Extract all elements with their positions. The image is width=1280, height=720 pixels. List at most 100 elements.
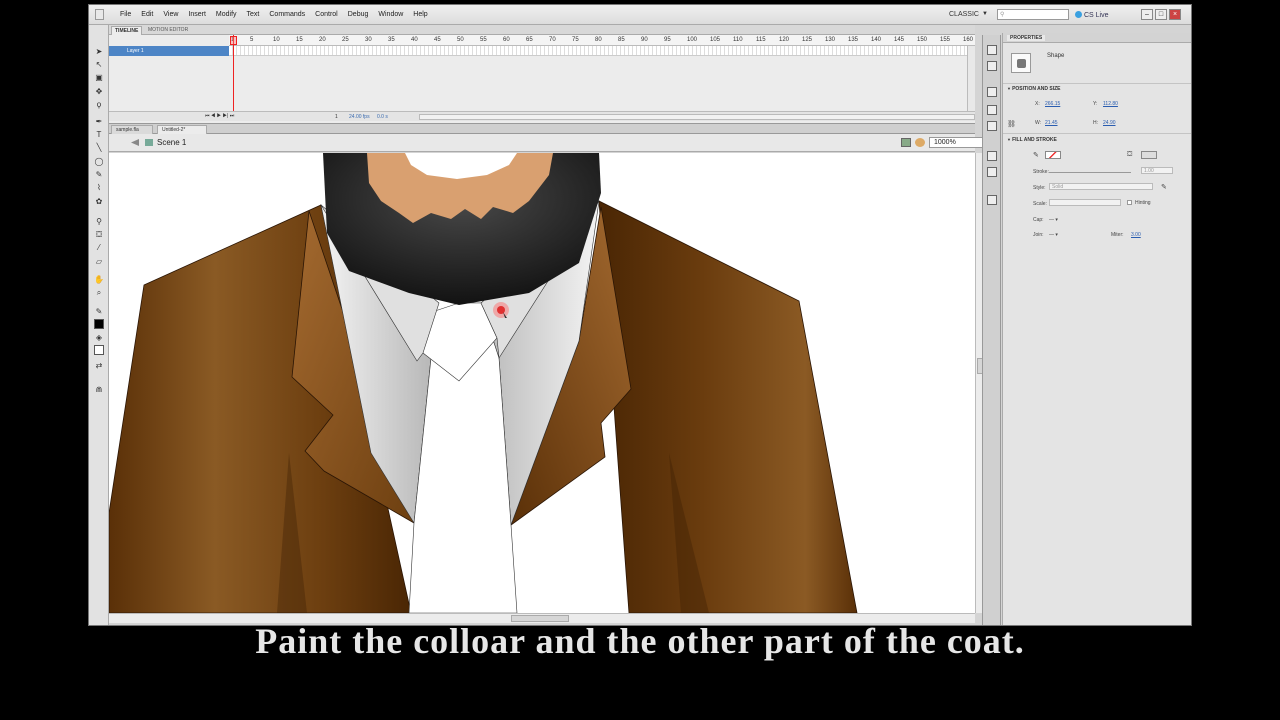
menu-debug[interactable]: Debug [343,11,374,18]
text-tool-icon[interactable]: T [94,130,104,140]
timeline-vertical-scrollbar[interactable] [967,46,975,111]
tab-sample-fla[interactable]: sample.fla [111,125,153,134]
swap-colors-icon[interactable]: ⇄ [94,361,104,371]
menu-edit[interactable]: Edit [136,11,158,18]
bone-tool-icon[interactable]: ⚲ [94,217,104,227]
menu-view[interactable]: View [158,11,183,18]
h-label: H: [1093,120,1098,126]
fill-and-stroke-section[interactable]: FILL AND STROKE [1007,137,1057,143]
w-value[interactable]: 21.45 [1045,120,1058,126]
lock-proportions-icon[interactable]: ⛓ [1007,120,1016,128]
search-input[interactable]: ⚲ [997,9,1069,20]
pencil-tool-icon[interactable]: ✎ [94,170,104,180]
deco-tool-icon[interactable]: ✿ [94,197,104,207]
menu-insert[interactable]: Insert [183,11,211,18]
style-select[interactable]: Solid [1049,183,1153,190]
stroke-color-swatch[interactable] [94,319,104,329]
menu-items: File Edit View Insert Modify Text Comman… [115,11,433,18]
frame-rate[interactable]: 24.00 fps [349,114,370,120]
brush-tool-icon[interactable]: ⌇ [94,183,104,193]
maximize-button[interactable]: □ [1155,9,1167,20]
tab-untitled-2[interactable]: Untitled-2* [157,125,207,134]
cap-select[interactable]: — ▾ [1049,217,1058,223]
menu-modify[interactable]: Modify [211,11,242,18]
menu-help[interactable]: Help [408,11,432,18]
frame-number: 75 [572,37,579,43]
miter-value[interactable]: 3.00 [1131,232,1141,238]
lasso-tool-icon[interactable]: ϙ [94,100,104,110]
library-panel-icon[interactable] [987,87,997,97]
edit-scene-icon[interactable] [901,138,911,147]
hand-tool-icon[interactable]: ✋ [94,275,104,285]
timeline-horizontal-scrollbar[interactable] [419,114,975,120]
position-and-size-section[interactable]: POSITION AND SIZE [1007,86,1060,92]
tab-properties[interactable]: PROPERTIES [1007,35,1046,41]
motion-presets-icon[interactable] [987,195,997,205]
oval-tool-icon[interactable]: ◯ [94,157,104,167]
hinting-checkbox[interactable] [1127,200,1132,205]
edit-symbols-icon[interactable] [915,138,925,147]
chevron-down-icon[interactable]: ▼ [982,11,988,17]
line-tool-icon[interactable]: ╲ [94,143,104,153]
snap-to-objects-icon[interactable]: ⋒ [94,385,104,395]
stroke-value-field[interactable]: 1.00 [1141,167,1173,174]
minimize-button[interactable]: – [1141,9,1153,20]
playhead[interactable] [233,35,234,111]
selection-tool-icon[interactable]: ➤ [94,47,104,57]
stage-area[interactable] [109,153,977,613]
panel-icon-strip [982,35,1001,625]
paint-bucket-icon: ⛋ [1127,151,1133,158]
fill-color-swatch[interactable] [94,345,104,355]
menu-file[interactable]: File [115,11,136,18]
subselection-tool-icon[interactable]: ↖ [94,60,104,70]
info-panel-icon[interactable] [987,121,997,131]
stage-canvas[interactable] [109,153,977,613]
playback-controls-icon[interactable]: ⏮ ◀ ▶ ▶| ⏭ [205,113,234,119]
eraser-tool-icon[interactable]: ▱ [94,257,104,267]
elapsed-time: 0.0 s [377,114,388,120]
scale-select[interactable] [1049,199,1121,206]
workspace-switcher[interactable]: CLASSIC [949,11,979,18]
tab-timeline[interactable]: TIMELINE [111,26,143,35]
menu-window[interactable]: Window [373,11,408,18]
swatches-panel-icon[interactable] [987,105,997,115]
join-select[interactable]: — ▾ [1049,232,1058,238]
close-button[interactable]: × [1169,9,1181,20]
w-label: W: [1035,120,1042,126]
y-value[interactable]: 112.80 [1103,101,1118,107]
layer-row[interactable]: Layer 1 [109,46,229,56]
h-value[interactable]: 24.90 [1103,120,1116,126]
menu-control[interactable]: Control [310,11,343,18]
stroke-color-swatch[interactable] [1045,151,1061,159]
pen-tool-icon[interactable]: ✒ [94,117,104,127]
paint-bucket-tool-icon[interactable]: ⛋ [94,230,104,240]
3d-rotation-tool-icon[interactable]: ✥ [94,87,104,97]
free-transform-tool-icon[interactable]: ▣ [94,73,104,83]
menu-text[interactable]: Text [242,11,265,18]
menu-commands[interactable]: Commands [264,11,310,18]
color-panel-icon[interactable] [987,61,997,71]
frames-row[interactable] [229,46,975,56]
transform-panel-icon[interactable] [987,167,997,177]
frame-ruler[interactable]: 1510152025303540455055606570758085909510… [229,35,975,46]
back-arrow-icon[interactable] [131,139,139,146]
miter-label: Miter: [1111,232,1124,238]
stroke-color-icon[interactable]: ✎ [94,307,104,317]
align-panel-icon[interactable] [987,45,997,55]
fill-color-icon[interactable]: ◈ [94,333,104,343]
stroke-slider[interactable] [1049,172,1131,173]
fill-color-swatch[interactable] [1141,151,1157,159]
scene-label[interactable]: Scene 1 [157,138,186,147]
scale-label: Scale: [1033,201,1047,207]
tab-motion-editor[interactable]: MOTION EDITOR [145,26,191,35]
frame-number: 150 [917,37,928,43]
edit-stroke-style-icon[interactable]: ✎ [1161,183,1167,191]
frame-number: 155 [940,37,951,43]
cs-live-button[interactable]: CS Live [1075,11,1109,19]
x-value[interactable]: 266.15 [1045,101,1060,107]
components-panel-icon[interactable] [987,151,997,161]
zoom-tool-icon[interactable]: ⌕ [94,288,104,298]
eyedropper-tool-icon[interactable]: ⁄ [94,243,104,253]
playhead-handle[interactable] [230,36,237,45]
frame-number: 135 [848,37,859,43]
